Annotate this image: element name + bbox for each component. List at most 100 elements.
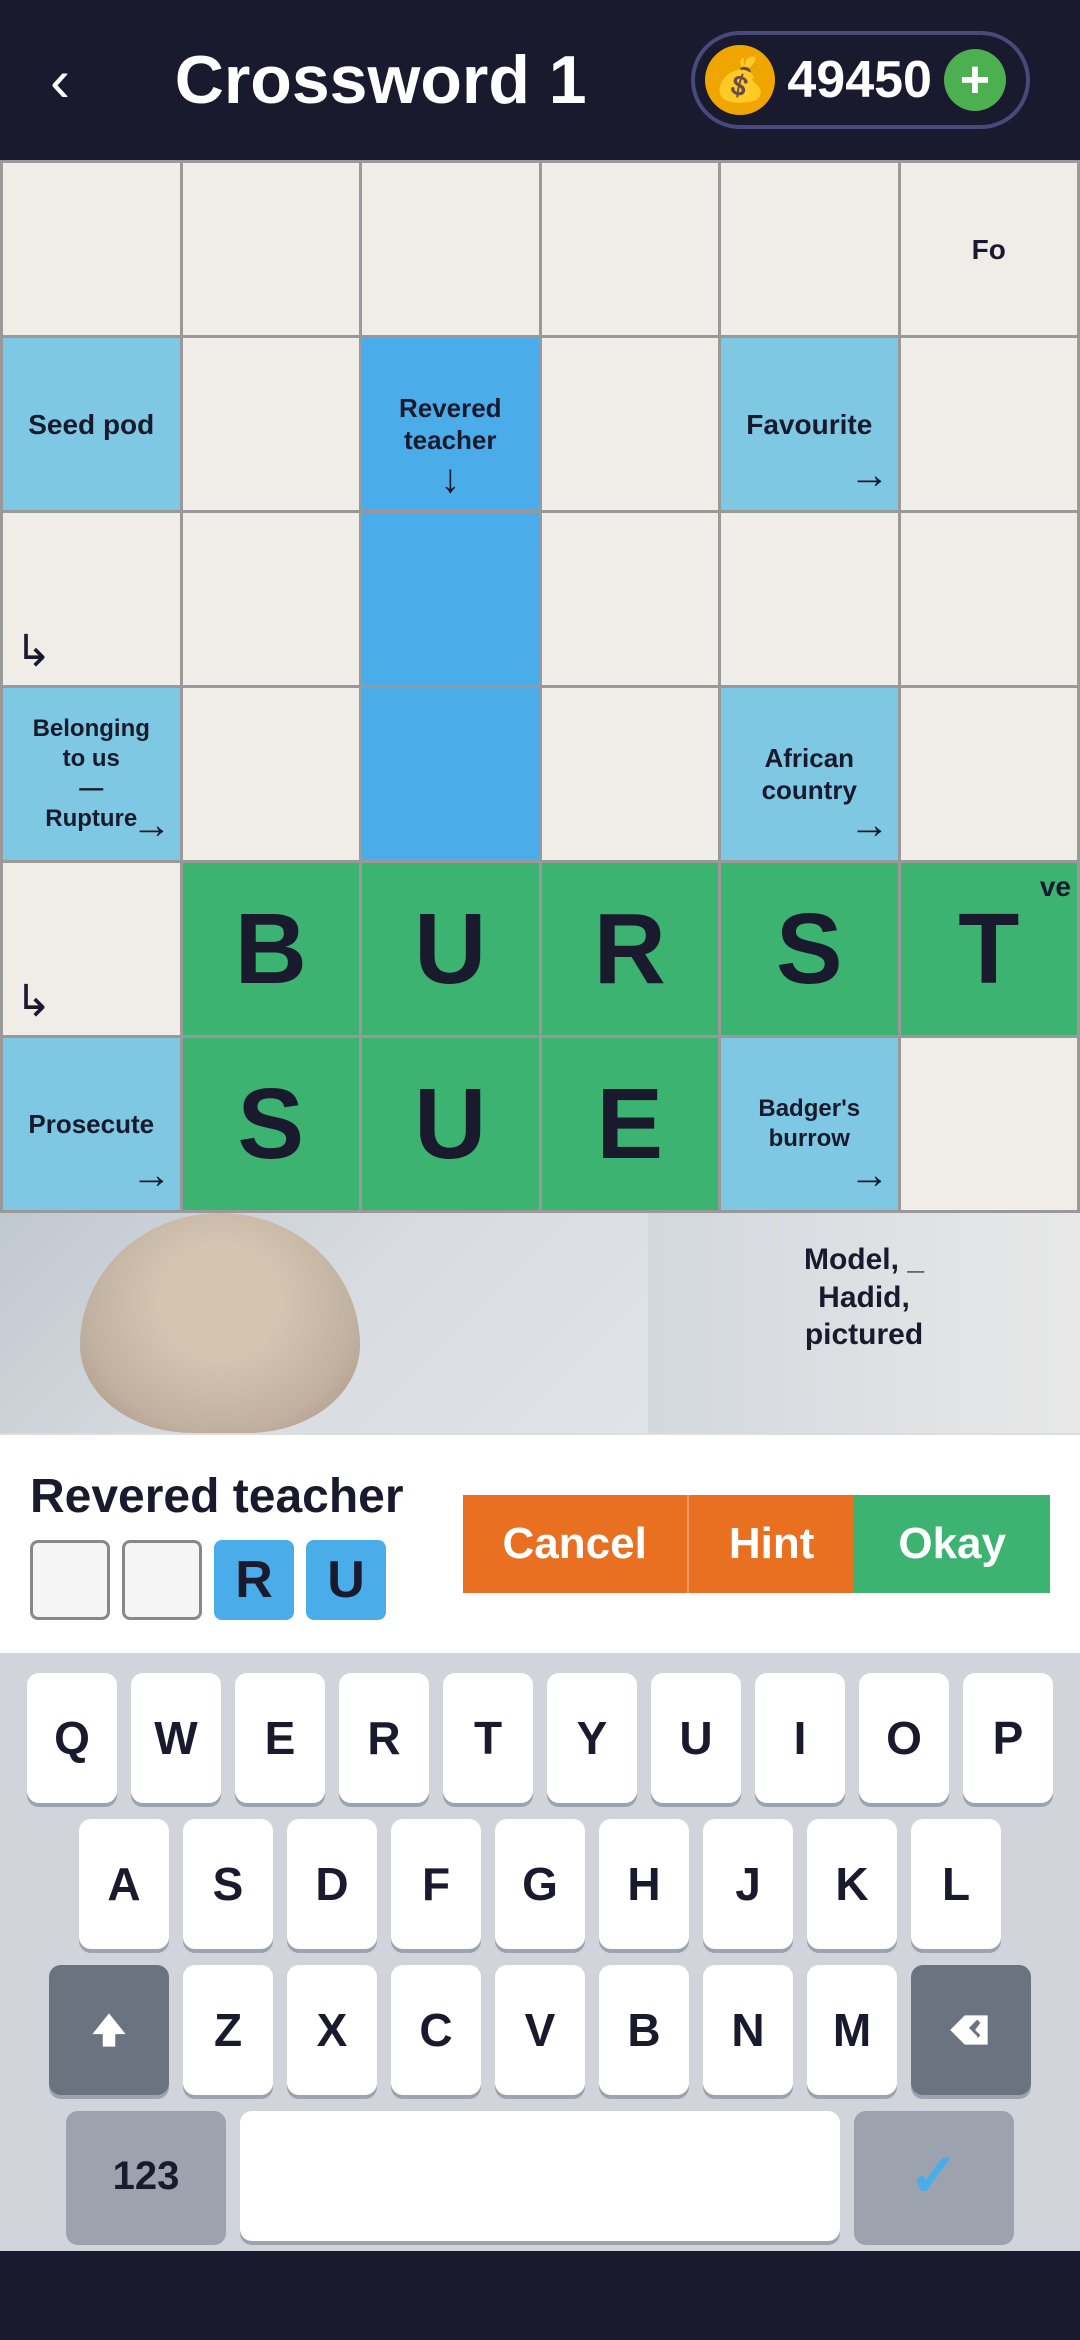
letter-E: E (596, 1067, 663, 1182)
key-N[interactable]: N (703, 1965, 793, 2095)
cell-r3c0-belonging[interactable]: Belongingto us—Rupture (3, 688, 183, 863)
key-S[interactable]: S (183, 1819, 273, 1949)
backspace-key[interactable] (911, 1965, 1031, 2095)
cell-r2c1[interactable] (183, 513, 363, 688)
key-L[interactable]: L (911, 1819, 1001, 1949)
clue-bar: Revered teacher R U Cancel Hint Okay (0, 1433, 1080, 1653)
cell-r5c0-prosecute[interactable]: Prosecute (3, 1038, 183, 1213)
key-I[interactable]: I (755, 1673, 845, 1803)
shift-key[interactable] (49, 1965, 169, 2095)
cancel-button[interactable]: Cancel (463, 1495, 687, 1593)
cell-r4c0[interactable] (3, 863, 183, 1038)
cell-r3c4-african[interactable]: Africancountry (721, 688, 901, 863)
grid-container: Fo Seed pod Reveredteacher Favourite Bel… (0, 160, 1080, 1213)
clue-badgers-burrow: Badger'sburrow (750, 1086, 868, 1162)
key-F[interactable]: F (391, 1819, 481, 1949)
key-H[interactable]: H (599, 1819, 689, 1949)
cell-r1c4-favourite[interactable]: Favourite (721, 338, 901, 513)
cell-r4c2-U[interactable]: U (362, 863, 542, 1038)
key-P[interactable]: P (963, 1673, 1053, 1803)
cell-r0c0[interactable] (3, 163, 183, 338)
cell-r1c0[interactable]: Seed pod (3, 338, 183, 513)
back-button[interactable]: ‹ (50, 46, 70, 115)
clue-prompt: Revered teacher R U (30, 1469, 463, 1620)
letter-S: S (776, 892, 843, 1007)
confirm-key[interactable]: ✓ (854, 2111, 1014, 2241)
cell-r0c1[interactable] (183, 163, 363, 338)
cell-r0c5[interactable]: Fo (901, 163, 1080, 338)
cell-r5c5[interactable] (901, 1038, 1080, 1213)
key-V[interactable]: V (495, 1965, 585, 2095)
key-B[interactable]: B (599, 1965, 689, 2095)
clue-prosecute: Prosecute (20, 1100, 162, 1149)
cell-r5c2-U[interactable]: U (362, 1038, 542, 1213)
cell-r5c3-E[interactable]: E (542, 1038, 722, 1213)
cell-r0c4[interactable] (721, 163, 901, 338)
cell-r1c5[interactable] (901, 338, 1080, 513)
cell-r2c0[interactable] (3, 513, 183, 688)
add-coins-button[interactable]: + (944, 49, 1006, 111)
key-D[interactable]: D (287, 1819, 377, 1949)
cell-r5c4-badger[interactable]: Badger'sburrow (721, 1038, 901, 1213)
letter-U: U (414, 892, 486, 1007)
key-U[interactable]: U (651, 1673, 741, 1803)
key-Y[interactable]: Y (547, 1673, 637, 1803)
answer-box-2[interactable] (122, 1540, 202, 1620)
cell-r4c5-T[interactable]: T ve (901, 863, 1080, 1038)
key-Z[interactable]: Z (183, 1965, 273, 2095)
hint-button[interactable]: Hint (687, 1495, 855, 1593)
answer-letter-U: U (327, 1550, 365, 1610)
space-key[interactable] (240, 2111, 840, 2241)
key-A[interactable]: A (79, 1819, 169, 1949)
keyboard-row-1: Q W E R T Y U I O P (10, 1673, 1070, 1803)
key-M[interactable]: M (807, 1965, 897, 2095)
cell-r3c1[interactable] (183, 688, 363, 863)
okay-button[interactable]: Okay (854, 1495, 1050, 1593)
keyboard: Q W E R T Y U I O P A S D F G H J K L Z … (0, 1653, 1080, 2251)
cell-r2c2[interactable] (362, 513, 542, 688)
cell-r5c1-S[interactable]: S (183, 1038, 363, 1213)
key-C[interactable]: C (391, 1965, 481, 2095)
answer-box-3[interactable]: R (214, 1540, 294, 1620)
answer-box-1[interactable] (30, 1540, 110, 1620)
cell-r4c1-B[interactable]: B (183, 863, 363, 1038)
cell-r0c3[interactable] (542, 163, 722, 338)
cell-r3c3[interactable] (542, 688, 722, 863)
key-K[interactable]: K (807, 1819, 897, 1949)
coin-icon: 💰 (705, 45, 775, 115)
key-W[interactable]: W (131, 1673, 221, 1803)
checkmark-icon: ✓ (909, 2141, 959, 2211)
clue-seed-pod: Seed pod (20, 399, 162, 450)
clue-prompt-text: Revered teacher (30, 1469, 463, 1524)
cell-r0c2[interactable] (362, 163, 542, 338)
cell-r1c2-clue[interactable]: Reveredteacher (362, 338, 542, 513)
key-X[interactable]: X (287, 1965, 377, 2095)
cell-r3c2[interactable] (362, 688, 542, 863)
cell-r2c4[interactable] (721, 513, 901, 688)
cell-r2c3[interactable] (542, 513, 722, 688)
clue-african-country: Africancountry (754, 734, 865, 815)
key-J[interactable]: J (703, 1819, 793, 1949)
cell-r1c1[interactable] (183, 338, 363, 513)
cell-r4c4-S[interactable]: S (721, 863, 901, 1038)
letter-R: R (594, 892, 666, 1007)
key-123[interactable]: 123 (66, 2111, 226, 2241)
key-O[interactable]: O (859, 1673, 949, 1803)
head-silhouette (80, 1213, 360, 1433)
page-title: Crossword 1 (175, 41, 587, 119)
answer-box-4[interactable]: U (306, 1540, 386, 1620)
cell-r2c5[interactable] (901, 513, 1080, 688)
cell-r3c5[interactable] (901, 688, 1080, 863)
key-R[interactable]: R (339, 1673, 429, 1803)
key-G[interactable]: G (495, 1819, 585, 1949)
cell-r1c3[interactable] (542, 338, 722, 513)
key-E[interactable]: E (235, 1673, 325, 1803)
key-T[interactable]: T (443, 1673, 533, 1803)
photo-row: Model, _Hadid,pictured (0, 1213, 1080, 1433)
clue-model-hadid: Model, _Hadid,pictured (658, 1233, 1070, 1362)
key-Q[interactable]: Q (27, 1673, 117, 1803)
keyboard-row-3: Z X C V B N M (10, 1965, 1070, 2095)
clue-actions: Cancel Hint Okay (463, 1495, 1050, 1593)
crossword-grid: Fo Seed pod Reveredteacher Favourite Bel… (0, 160, 1080, 1433)
cell-r4c3-R[interactable]: R (542, 863, 722, 1038)
